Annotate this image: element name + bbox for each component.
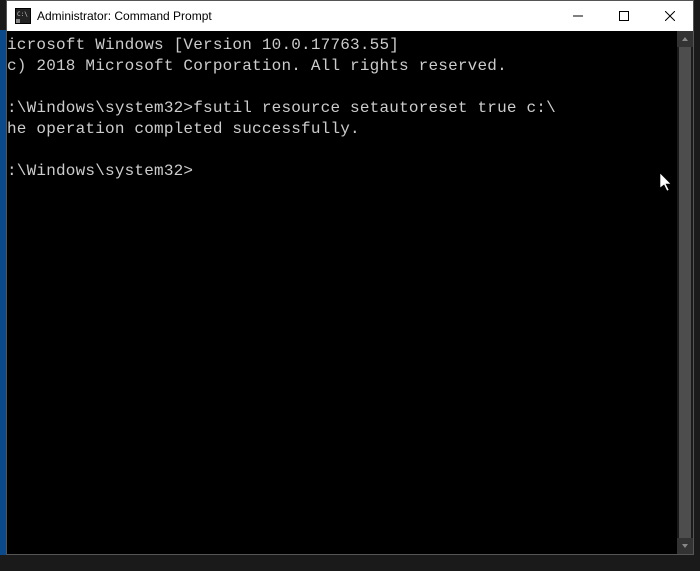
svg-text:C:\: C:\ xyxy=(17,11,28,18)
scroll-down-arrow-icon[interactable] xyxy=(677,538,693,554)
scroll-track[interactable] xyxy=(677,47,693,538)
window-controls xyxy=(555,1,693,31)
titlebar[interactable]: C:\ Administrator: Command Prompt xyxy=(7,1,693,31)
terminal-body: icrosoft Windows [Version 10.0.17763.55]… xyxy=(7,31,693,554)
terminal-line: c) 2018 Microsoft Corporation. All right… xyxy=(7,57,507,75)
scroll-up-arrow-icon[interactable] xyxy=(677,31,693,47)
terminal-line: icrosoft Windows [Version 10.0.17763.55] xyxy=(7,36,399,54)
scroll-thumb[interactable] xyxy=(679,47,691,538)
command-prompt-window: C:\ Administrator: Command Prompt icroso… xyxy=(6,0,694,555)
maximize-button[interactable] xyxy=(601,1,647,31)
window-title: Administrator: Command Prompt xyxy=(37,9,555,23)
terminal-prompt: :\Windows\system32> xyxy=(7,162,193,180)
terminal-line: he operation completed successfully. xyxy=(7,120,360,138)
terminal-prompt: :\Windows\system32> xyxy=(7,99,193,117)
app-icon: C:\ xyxy=(15,8,31,24)
minimize-button[interactable] xyxy=(555,1,601,31)
terminal-command: fsutil resource setautoreset true c:\ xyxy=(193,99,556,117)
vertical-scrollbar[interactable] xyxy=(677,31,693,554)
terminal-content[interactable]: icrosoft Windows [Version 10.0.17763.55]… xyxy=(7,31,677,554)
close-button[interactable] xyxy=(647,1,693,31)
